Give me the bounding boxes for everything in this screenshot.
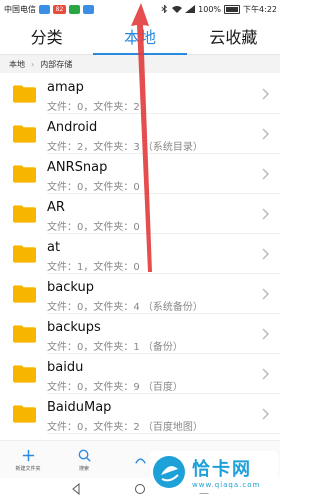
folder-meta: 文件：0，文件夹：2 （百度地图） — [47, 422, 203, 433]
watermark-url: www.qiaqa.com — [192, 481, 261, 489]
divider — [47, 433, 280, 434]
app-icon — [83, 4, 94, 14]
carrier-label: 中国电信 — [4, 4, 36, 14]
list-item[interactable]: at 文件：1，文件夹：0 — [0, 234, 280, 274]
signal-icon — [185, 5, 196, 13]
chevron-right-icon — [262, 128, 270, 140]
bluetooth-icon — [161, 5, 168, 13]
tab-label: 分类 — [30, 28, 63, 47]
folder-name: backup — [47, 280, 94, 295]
folder-name: ANRSnap — [47, 160, 108, 175]
chevron-right-icon — [262, 88, 270, 100]
chevron-right-icon — [262, 208, 270, 220]
folder-meta: 文件：2，文件夹：3 （系统目录） — [47, 142, 203, 153]
tab-bar: 分类 本地 云收藏 — [0, 18, 280, 55]
folder-icon — [13, 85, 36, 103]
chevron-right-icon — [262, 408, 270, 420]
notification-badge: 82 — [53, 4, 66, 14]
tab-category[interactable]: 分类 — [0, 18, 93, 54]
wifi-icon — [172, 6, 183, 13]
battery-icon — [224, 4, 241, 14]
folder-meta: 文件：0，文件夹：0 — [47, 182, 140, 193]
tab-label: 本地 — [123, 28, 156, 47]
chevron-right-icon: › — [31, 59, 35, 69]
list-item[interactable]: BaiduMap 文件：0，文件夹：2 （百度地图） — [0, 394, 280, 434]
tab-cloud-favorites[interactable]: 云收藏 — [187, 18, 280, 54]
clock: 下午4:22 — [243, 4, 277, 14]
watermark-brand: 恰卡网 — [192, 459, 252, 480]
folder-icon — [13, 165, 36, 183]
folder-meta: 文件：0，文件夹：1 （备份） — [47, 342, 183, 353]
new-folder-button[interactable]: 新建文件夹 — [0, 441, 56, 479]
folder-name: BaiduMap — [47, 400, 112, 415]
watermark: 恰卡网 www.qiaqa.com — [150, 451, 278, 493]
list-item[interactable]: AR 文件：0，文件夹：0 — [0, 194, 280, 234]
folder-icon — [13, 325, 36, 343]
chevron-right-icon — [262, 328, 270, 340]
breadcrumb: 本地 › 内部存储 — [0, 55, 280, 73]
list-item[interactable]: amap 文件：0，文件夹：2 — [0, 74, 280, 114]
notification-icon — [39, 4, 50, 14]
folder-name: AR — [47, 200, 65, 215]
folder-name: backups — [47, 320, 101, 335]
chevron-right-icon — [262, 288, 270, 300]
folder-icon — [13, 205, 36, 223]
folder-name: baidu — [47, 360, 84, 375]
list-item[interactable]: ANRSnap 文件：0，文件夹：0 — [0, 154, 280, 194]
folder-icon — [13, 365, 36, 383]
tab-label: 云收藏 — [209, 28, 258, 47]
breadcrumb-current[interactable]: 内部存储 — [40, 59, 72, 70]
folder-name: Android — [47, 120, 98, 135]
tab-local[interactable]: 本地 — [93, 18, 187, 55]
new-folder-label: 新建文件夹 — [15, 466, 41, 472]
folder-icon — [13, 245, 36, 263]
list-item[interactable]: backups 文件：0，文件夹：1 （备份） — [0, 314, 280, 354]
list-item[interactable]: baidu 文件：0，文件夹：9 （百度） — [0, 354, 280, 394]
home-icon[interactable] — [134, 483, 146, 495]
wechat-icon — [69, 4, 80, 14]
brand-logo-icon — [153, 456, 185, 488]
folder-meta: 文件：0，文件夹：2 — [47, 102, 140, 113]
folder-list: amap 文件：0，文件夹：2 Android 文件：2，文件夹：3 （系统目录… — [0, 74, 280, 434]
status-bar: 中国电信 82 100% 下午4:22 — [0, 0, 280, 18]
breadcrumb-root[interactable]: 本地 — [9, 59, 25, 70]
search-icon — [78, 449, 91, 462]
search-button[interactable]: 搜索 — [56, 441, 112, 479]
folder-icon — [13, 125, 36, 143]
folder-name: at — [47, 240, 61, 255]
back-icon[interactable] — [70, 482, 82, 495]
folder-meta: 文件：0，文件夹：4 （系统备份） — [47, 302, 203, 313]
search-label: 搜索 — [78, 466, 89, 472]
battery-percent: 100% — [198, 4, 222, 14]
folder-name: amap — [47, 80, 84, 95]
chevron-right-icon — [262, 368, 270, 380]
folder-meta: 文件：0，文件夹：0 — [47, 222, 140, 233]
list-item[interactable]: Android 文件：2，文件夹：3 （系统目录） — [0, 114, 280, 154]
list-item[interactable]: backup 文件：0，文件夹：4 （系统备份） — [0, 274, 280, 314]
chevron-right-icon — [262, 168, 270, 180]
sort-icon — [134, 457, 146, 464]
folder-meta: 文件：0，文件夹：9 （百度） — [47, 382, 183, 393]
folder-icon — [13, 285, 36, 303]
plus-icon — [22, 449, 34, 462]
folder-meta: 文件：1，文件夹：0 — [47, 262, 140, 273]
folder-icon — [13, 405, 36, 423]
chevron-right-icon — [262, 248, 270, 260]
